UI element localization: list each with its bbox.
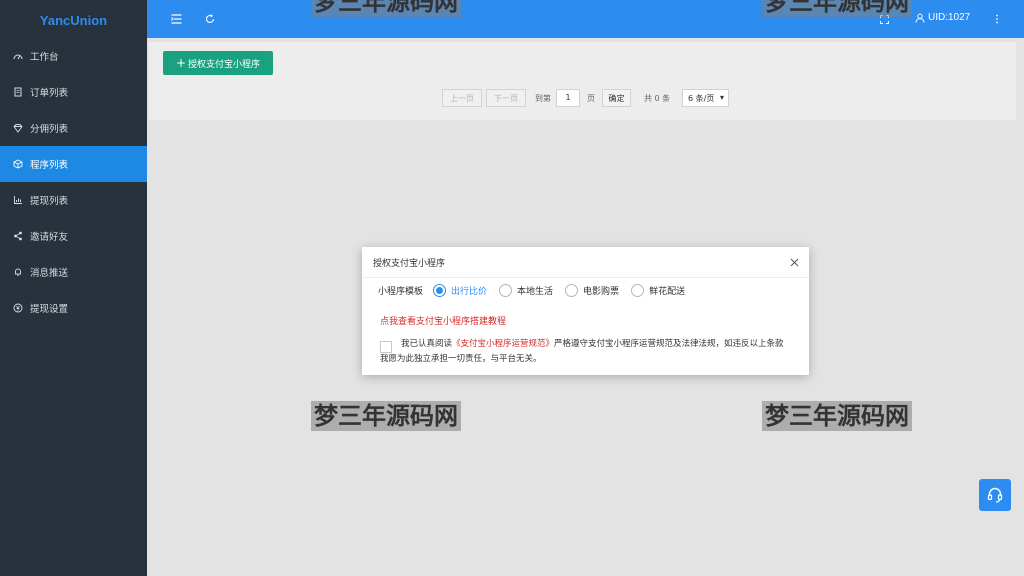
sidebar-item-messages[interactable]: 消息推送 <box>0 254 147 290</box>
dashboard-icon <box>12 50 24 62</box>
watermark: 梦三年源码网 <box>311 401 461 431</box>
share-icon <box>12 230 24 242</box>
dialog-title: 授权支付宝小程序 <box>373 258 446 269</box>
radio-button <box>565 284 579 297</box>
agree-line2: 我愿为此独立承担一切责任，与平台无关。 <box>380 354 542 364</box>
radio-button <box>433 284 447 297</box>
template-label: 小程序模板 <box>378 287 424 297</box>
program-list-card: + 授权支付宝小程序 上一页 下一页 到第 1 页 确定 共 0 条 6 条/页… <box>149 42 1016 120</box>
watermark: 梦三年源码网 <box>762 0 912 17</box>
close-icon[interactable] <box>788 256 800 268</box>
sidebar-item-programs[interactable]: 程序列表 <box>0 146 147 182</box>
cube-icon <box>12 158 24 170</box>
sidebar-item-withdrawals[interactable]: 提现列表 <box>0 182 147 218</box>
goto-label: 到第 <box>535 94 551 103</box>
watermark: 梦三年源码网 <box>762 401 912 431</box>
total-count: 共 0 条 <box>644 94 671 103</box>
sidebar-item-commission[interactable]: 分佣列表 <box>0 110 147 146</box>
next-page-button[interactable]: 下一页 <box>486 89 526 107</box>
sidebar-item-label: 程序列表 <box>30 160 69 171</box>
sidebar-item-dashboard[interactable]: 工作台 <box>0 38 147 74</box>
customer-service-button[interactable] <box>979 479 1011 511</box>
authorize-dialog: 授权支付宝小程序 小程序模板 出行比价 本地生活 电影购票 鲜花配送 点我查看支… <box>362 247 809 375</box>
sidebar-item-label: 提现设置 <box>30 304 69 315</box>
page-size-select[interactable]: 6 条/页 ▾ <box>682 89 729 107</box>
more-icon[interactable] <box>990 12 1004 26</box>
headset-icon <box>987 487 1003 503</box>
radio-travel[interactable]: 出行比价 <box>433 284 487 297</box>
sidebar-item-orders[interactable]: 订单列表 <box>0 74 147 110</box>
chart-icon <box>12 194 24 206</box>
diamond-icon <box>12 122 24 134</box>
page-number-input[interactable]: 1 <box>556 89 580 107</box>
user-id: UID:1027 <box>928 12 971 23</box>
sidebar-item-label: 邀请好友 <box>30 232 69 243</box>
radio-label: 电影购票 <box>583 287 620 297</box>
chevron-down-icon: ▾ <box>719 93 724 102</box>
radio-button <box>499 284 513 297</box>
watermark: 梦三年源码网 <box>311 0 461 17</box>
sidebar: YancUnion 工作台 订单列表 分佣列表 程序列表 提现列表 邀请好友 消… <box>0 0 147 576</box>
bell-icon <box>12 266 24 278</box>
refresh-icon[interactable] <box>203 12 217 26</box>
user-icon <box>915 13 925 23</box>
tutorial-link[interactable]: 点我查看支付宝小程序搭建教程 <box>380 314 506 327</box>
template-radio-group: 小程序模板 出行比价 本地生活 电影购票 鲜花配送 <box>378 284 697 297</box>
order-icon <box>12 86 24 98</box>
radio-label: 出行比价 <box>451 287 488 297</box>
operation-rules-link[interactable]: 《支付宝小程序运营规范》 <box>452 339 554 349</box>
sidebar-item-invite[interactable]: 邀请好友 <box>0 218 147 254</box>
pagination: 上一页 下一页 到第 1 页 确定 共 0 条 6 条/页 ▾ <box>149 85 1016 107</box>
confirm-page-button[interactable]: 确定 <box>602 89 631 107</box>
add-button-label: 授权支付宝小程序 <box>188 59 261 70</box>
sidebar-item-label: 提现列表 <box>30 196 69 207</box>
radio-local-life[interactable]: 本地生活 <box>499 284 553 297</box>
menu-toggle-icon[interactable] <box>169 12 183 26</box>
settings-icon <box>12 302 24 314</box>
sidebar-item-withdraw-settings[interactable]: 提现设置 <box>0 290 147 326</box>
radio-flower-delivery[interactable]: 鲜花配送 <box>631 284 685 297</box>
agree-prefix: 我已认真阅读 <box>401 339 453 349</box>
page-suffix-label: 页 <box>587 94 595 103</box>
sidebar-item-label: 分佣列表 <box>30 124 69 135</box>
sidebar-item-label: 消息推送 <box>30 268 69 279</box>
radio-label: 鲜花配送 <box>649 287 686 297</box>
plus-icon: + <box>175 56 187 70</box>
page-size-value: 6 条/页 <box>688 93 715 103</box>
prev-page-button[interactable]: 上一页 <box>442 89 482 107</box>
radio-button <box>631 284 645 297</box>
radio-movie-tickets[interactable]: 电影购票 <box>565 284 619 297</box>
user-menu[interactable]: UID:1027 <box>915 12 970 23</box>
add-alipay-miniprogram-button[interactable]: + 授权支付宝小程序 <box>163 51 273 75</box>
radio-label: 本地生活 <box>517 287 554 297</box>
brand-logo[interactable]: YancUnion <box>0 0 147 38</box>
sidebar-item-label: 工作台 <box>30 52 59 63</box>
agree-suffix: 严格遵守支付宝小程序运营规范及法律法规，如违反以上条款 <box>554 339 784 349</box>
sidebar-item-label: 订单列表 <box>30 88 69 99</box>
